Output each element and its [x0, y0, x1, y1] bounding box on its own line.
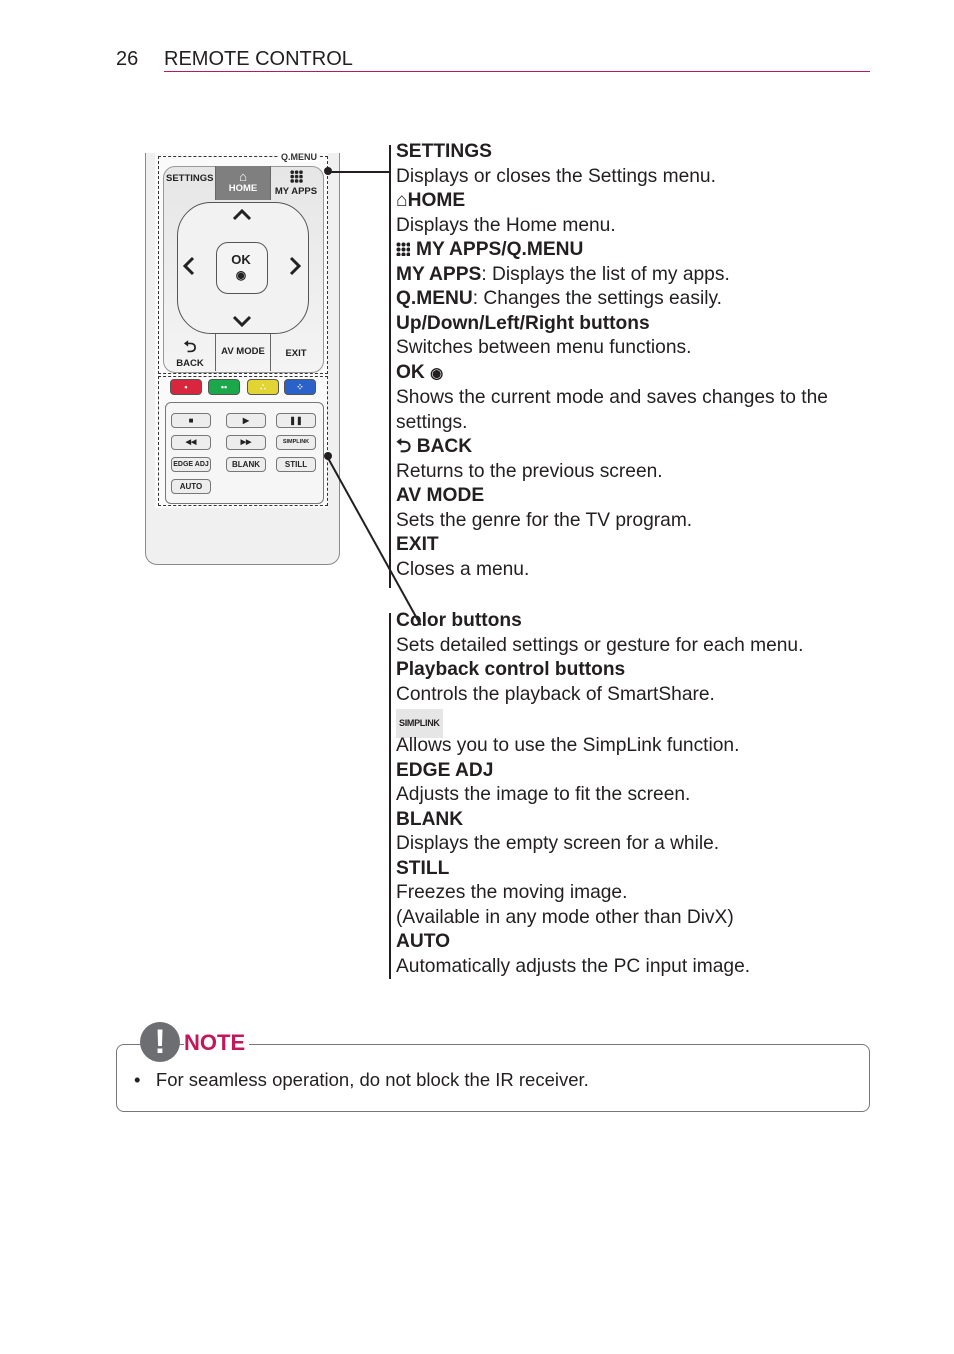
simplink-button[interactable]: SIMPLINK [276, 435, 316, 450]
settings-title: SETTINGS [396, 141, 492, 162]
callout-bar-bottom [389, 613, 391, 979]
stop-button[interactable]: ■ [171, 413, 211, 428]
home-title: ⌂HOME [396, 190, 466, 211]
color-buttons-title: Color buttons [396, 610, 522, 631]
green-button[interactable]: •• [208, 379, 240, 395]
left-arrow-button[interactable] [181, 256, 195, 280]
auto-text: Automatically adjusts the PC input image… [396, 955, 751, 977]
up-arrow-button[interactable] [232, 203, 252, 225]
page-number: 26 [116, 48, 139, 70]
ok-label: OK [231, 252, 251, 267]
description-list-top: SETTINGS Displays or closes the Settings… [396, 140, 866, 582]
qmenu-text: Q.MENU: Changes the settings easily. [396, 288, 722, 309]
simplink-title: SIMPLINK [396, 707, 866, 738]
playback-text: Controls the playback of SmartShare. [396, 683, 715, 705]
still-button[interactable]: STILL [276, 457, 316, 472]
my-apps-title: MY APPS/Q.MENU [396, 238, 866, 263]
exit-button[interactable]: EXIT [270, 348, 322, 359]
rewind-button[interactable]: ◀◀ [171, 435, 211, 450]
grid-icon [289, 170, 303, 183]
exit-text: Closes a menu. [396, 558, 530, 580]
playback-title: Playback control buttons [396, 659, 626, 680]
chevron-right-icon [289, 256, 302, 276]
qmenu-label: Q.MENU [279, 152, 319, 162]
chevron-up-icon [232, 208, 252, 221]
yellow-button[interactable]: ∴ [247, 379, 279, 395]
simplink-text: Allows you to use the SimpLink function. [396, 735, 740, 756]
edge-adj-button[interactable]: EDGE ADJ [171, 457, 211, 472]
blank-title: BLANK [396, 808, 464, 830]
back-title: ⮌ BACK [396, 436, 473, 457]
ok-text-cont: settings. [396, 411, 468, 433]
blue-button[interactable]: ⁘ [284, 379, 316, 395]
my-apps-button[interactable]: MY APPS [270, 170, 322, 197]
note-bullet: • For seamless operation, do not block t… [134, 1069, 589, 1090]
ok-icon: ◉ [235, 268, 247, 282]
note-label: NOTE [184, 1030, 250, 1056]
exclamation-icon: ! [140, 1022, 180, 1062]
direction-title: Up/Down/Left/Right buttons [396, 312, 650, 334]
blank-text: Displays the empty screen for a while. [396, 833, 720, 854]
section-title: REMOTE CONTROL [164, 48, 353, 70]
av-mode-title: AV MODE [396, 485, 485, 506]
still-text-cont: (Available in any mode other than DivX) [396, 906, 734, 928]
exit-title: EXIT [396, 534, 439, 555]
right-arrow-button[interactable] [289, 256, 303, 280]
av-mode-button[interactable]: AV MODE [216, 346, 270, 357]
home-label: HOME [228, 183, 258, 194]
av-mode-text: Sets the genre for the TV program. [396, 509, 693, 531]
ok-text: Shows the current mode and saves changes… [396, 387, 828, 408]
callout-line-top [328, 171, 390, 173]
play-button[interactable]: ▶ [226, 413, 266, 428]
back-button[interactable]: BACK [166, 358, 214, 369]
still-title: STILL [396, 857, 450, 879]
auto-title: AUTO [396, 931, 451, 952]
auto-button[interactable]: AUTO [171, 479, 211, 494]
my-apps-text: MY APPS: Displays the list of my apps. [396, 263, 730, 285]
back-icon: ⮌ [396, 436, 412, 457]
edge-adj-title: EDGE ADJ [396, 759, 494, 781]
back-text: Returns to the previous screen. [396, 460, 663, 482]
color-buttons-text: Sets detailed settings or gesture for ea… [396, 634, 804, 656]
chevron-down-icon [232, 315, 252, 328]
direction-text: Switches between menu functions. [396, 337, 692, 358]
chevron-left-icon [182, 256, 195, 276]
grid-icon [396, 242, 410, 256]
home-text: Displays the Home menu. [396, 214, 616, 236]
description-list-bottom: Color buttons Sets detailed settings or … [396, 609, 866, 979]
my-apps-label: MY APPS [274, 186, 318, 197]
fast-forward-button[interactable]: ▶▶ [226, 435, 266, 450]
down-arrow-button[interactable] [232, 311, 252, 333]
blank-button[interactable]: BLANK [226, 457, 266, 472]
home-button[interactable]: ⌂ HOME [216, 170, 270, 194]
ok-title: OK ◉ [396, 361, 444, 383]
callout-bar-top [389, 145, 391, 588]
home-icon: ⌂ [239, 169, 247, 184]
still-text: Freezes the moving image. [396, 882, 628, 903]
settings-button[interactable]: SETTINGS [166, 173, 214, 184]
home-icon: ⌂ [396, 190, 408, 211]
edge-adj-text: Adjusts the image to fit the screen. [396, 784, 691, 805]
pause-button[interactable]: ❚❚ [276, 413, 316, 428]
settings-text: Displays or closes the Settings menu. [396, 165, 716, 187]
header-rule [164, 71, 870, 72]
red-button[interactable]: • [170, 379, 202, 395]
ok-icon: ◉ [430, 364, 444, 382]
